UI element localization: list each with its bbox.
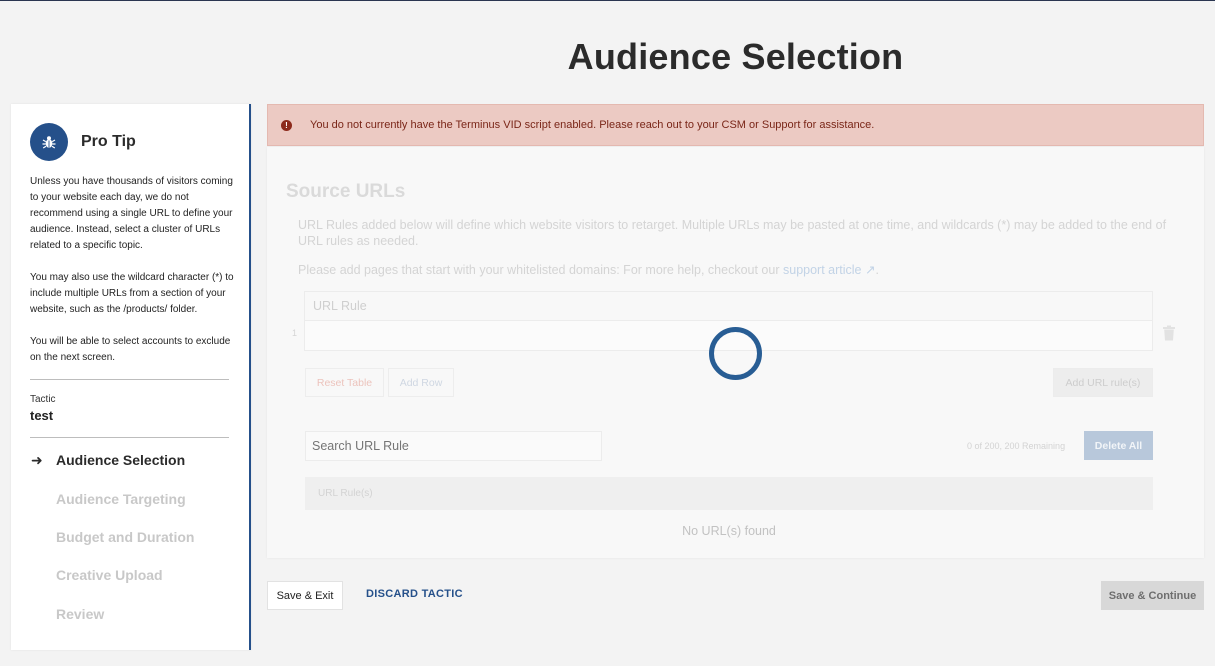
- row-number: 1: [292, 328, 298, 338]
- support-article-link-text: support article: [783, 263, 862, 277]
- tip-paragraph: You may also use the wildcard character …: [30, 272, 234, 315]
- help-text: Please add pages that start with your wh…: [298, 262, 879, 277]
- url-rules-list-header: URL Rule(s): [305, 477, 1153, 510]
- loading-spinner: [709, 327, 762, 380]
- delete-all-button[interactable]: Delete All: [1084, 431, 1153, 460]
- trash-icon[interactable]: [1162, 325, 1176, 346]
- bug-icon: [30, 123, 68, 161]
- pro-tip-body: Unless you have thousands of visitors co…: [30, 174, 235, 382]
- step-label: Budget and Duration: [56, 529, 195, 545]
- tactic-label: Tactic: [30, 394, 56, 405]
- support-article-link[interactable]: support article ↗: [783, 263, 875, 277]
- add-url-rules-button[interactable]: Add URL rule(s): [1053, 368, 1153, 397]
- section-description: URL Rules added below will define which …: [298, 218, 1167, 248]
- tip-paragraph: Unless you have thousands of visitors co…: [30, 176, 233, 251]
- help-suffix: .: [875, 263, 879, 277]
- save-exit-button[interactable]: Save & Exit: [267, 581, 343, 610]
- pro-tip-header: Pro Tip: [30, 123, 136, 161]
- pro-tip-title: Pro Tip: [81, 133, 136, 150]
- tip-paragraph: You will be able to select accounts to e…: [30, 336, 231, 363]
- help-prefix: Please add pages that start with your wh…: [298, 263, 780, 277]
- remaining-count: 0 of 200, 200 Remaining: [967, 441, 1066, 451]
- reset-table-button[interactable]: Reset Table: [305, 368, 384, 397]
- section-title: Source URLs: [286, 181, 406, 202]
- save-continue-button[interactable]: Save & Continue: [1101, 581, 1204, 610]
- grid-header: URL Rule: [304, 291, 1153, 321]
- sidebar: Pro Tip Unless you have thousands of vis…: [11, 104, 251, 650]
- tactic-value: test: [30, 408, 54, 423]
- add-row-button[interactable]: Add Row: [388, 368, 454, 397]
- arrow-right-icon: ➜: [31, 452, 43, 468]
- external-link-icon: ↗: [865, 263, 876, 277]
- step-label: Creative Upload: [56, 567, 163, 583]
- alert-banner: ! You do not currently have the Terminus…: [267, 104, 1204, 146]
- search-url-rule-input[interactable]: [305, 431, 602, 461]
- page-title: Audience Selection: [567, 36, 904, 77]
- top-border: [0, 0, 1215, 1]
- empty-state-text: No URL(s) found: [682, 524, 776, 538]
- discard-tactic-link[interactable]: DISCARD TACTIC: [366, 588, 463, 600]
- divider: [30, 437, 229, 438]
- step-label: Audience Targeting: [56, 491, 186, 507]
- error-icon: !: [281, 119, 292, 131]
- step-label: Audience Selection: [56, 452, 186, 468]
- divider: [30, 379, 229, 380]
- alert-text: You do not currently have the Terminus V…: [310, 119, 875, 131]
- step-label: Review: [56, 606, 105, 622]
